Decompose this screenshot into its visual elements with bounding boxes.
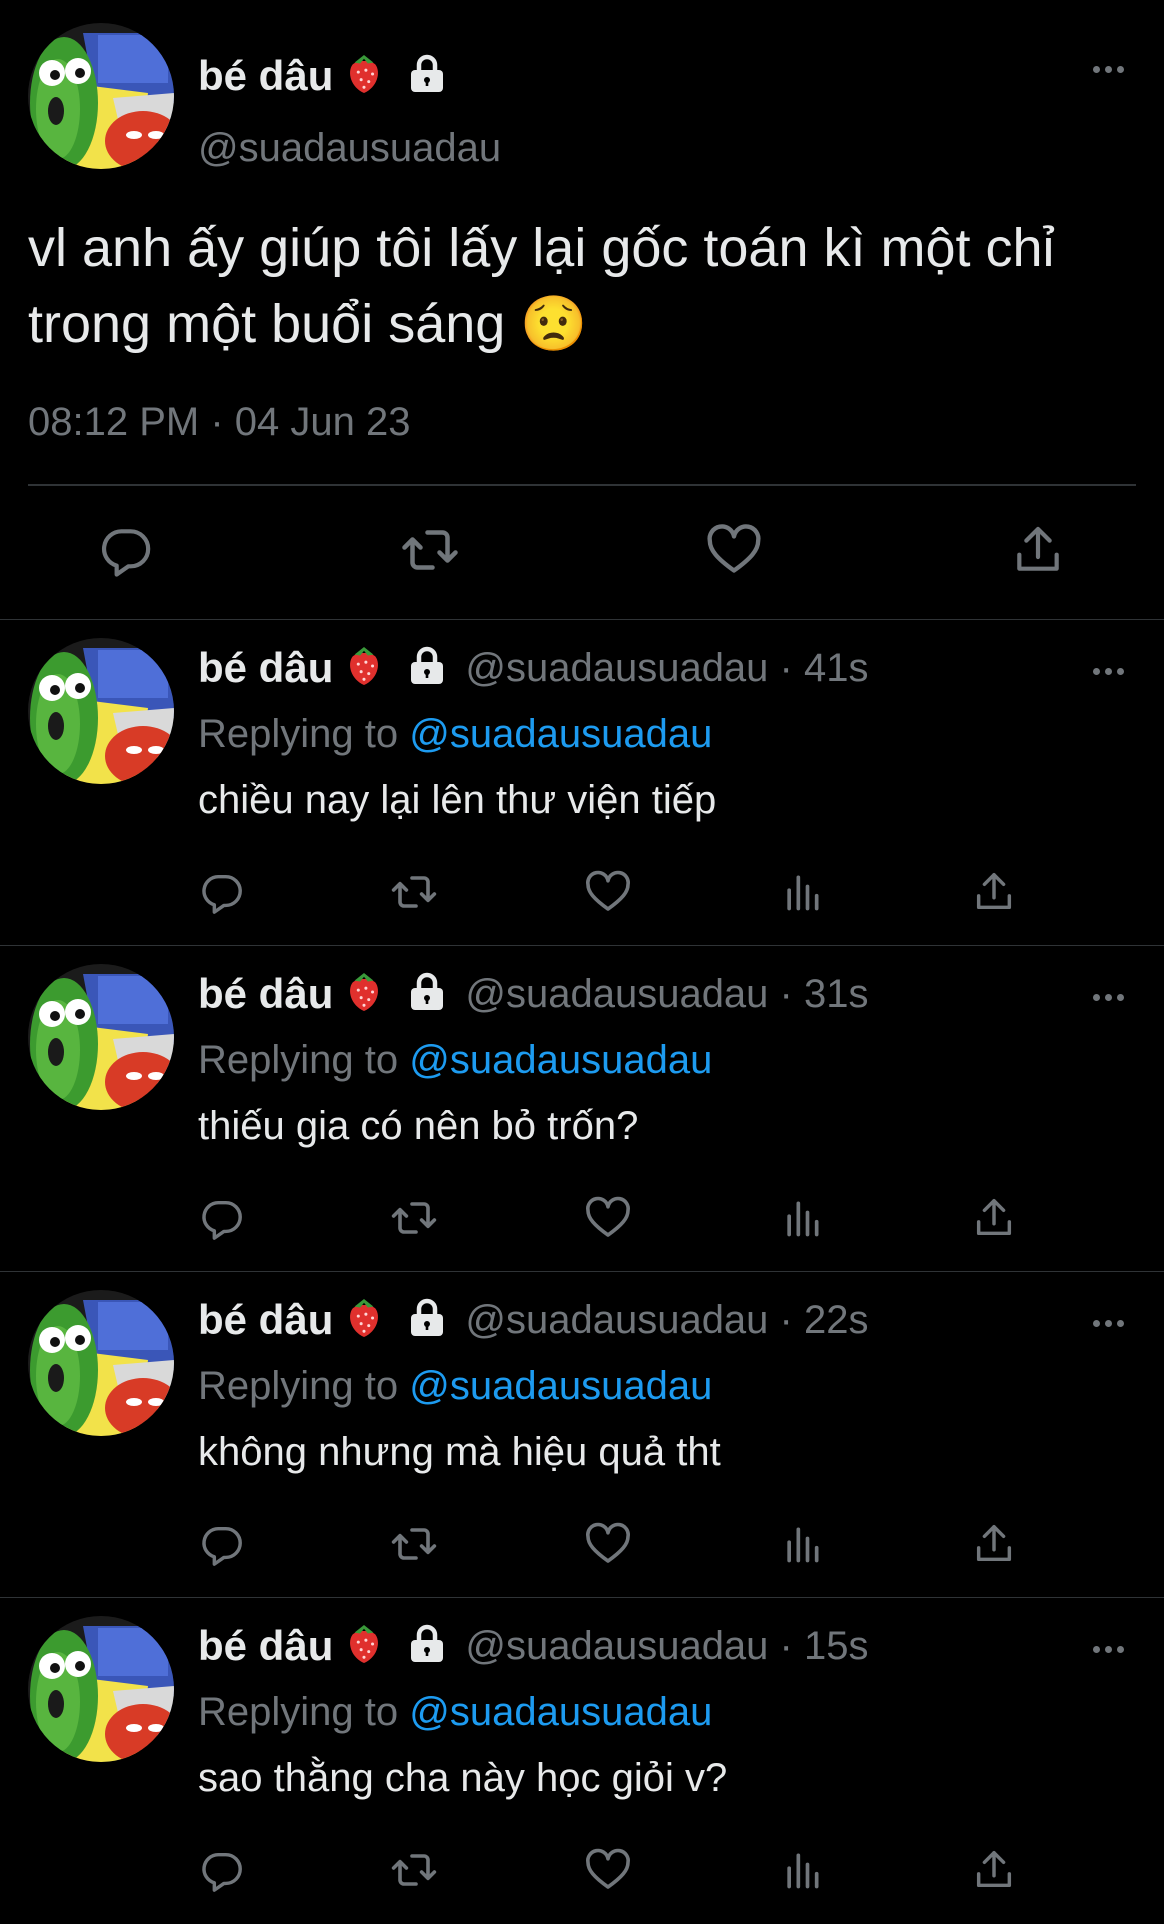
share-icon[interactable]	[1008, 520, 1068, 580]
avatar[interactable]	[28, 1290, 174, 1436]
reply-tweet[interactable]: bé dâu @suadausuadau · 22s Replying to @…	[0, 1272, 1164, 1598]
avatar[interactable]	[28, 1616, 174, 1762]
retweet-icon[interactable]	[390, 868, 438, 916]
replying-prefix: Replying to	[198, 1364, 399, 1408]
replying-prefix: Replying to	[198, 1690, 399, 1734]
author-line: bé dâu @suadausuadau · 15s	[198, 1620, 868, 1672]
author-name[interactable]: bé dâu	[198, 1622, 333, 1670]
replying-to: Replying to @suadausuadau	[198, 1364, 712, 1409]
replying-prefix: Replying to	[198, 1038, 399, 1082]
views-icon[interactable]	[778, 1846, 826, 1894]
reply-tweet[interactable]: bé dâu @suadausuadau · 15s Replying to @…	[0, 1598, 1164, 1924]
handle-and-time[interactable]: @suadausuadau · 15s	[465, 1624, 868, 1669]
share-icon[interactable]	[970, 868, 1018, 916]
reply-tweet[interactable]: bé dâu @suadausuadau · 41s Replying to @…	[0, 620, 1164, 946]
replying-to: Replying to @suadausuadau	[198, 1690, 712, 1735]
reply-text: sao thằng cha này học giỏi v?	[198, 1756, 728, 1800]
author-name[interactable]: bé dâu	[198, 644, 333, 692]
handle-and-time[interactable]: @suadausuadau · 31s	[465, 972, 868, 1017]
handle-and-time[interactable]: @suadausuadau · 22s	[465, 1298, 868, 1343]
reply-icon[interactable]	[96, 520, 156, 580]
mention-link[interactable]: @suadausuadau	[409, 1038, 712, 1082]
more-options-icon[interactable]	[1093, 994, 1124, 1001]
reply-icon[interactable]	[198, 1194, 246, 1242]
divider	[28, 484, 1136, 486]
author-name[interactable]: bé dâu	[198, 1296, 333, 1344]
more-options-icon[interactable]	[1093, 66, 1124, 73]
tweet-text: vl anh ấy giúp tôi lấy lại gốc toán kì m…	[28, 218, 1055, 354]
strawberry-emoji-icon	[345, 645, 383, 692]
lock-icon	[407, 972, 447, 1017]
strawberry-emoji-icon	[345, 1297, 383, 1344]
like-icon[interactable]	[584, 1520, 632, 1568]
views-icon[interactable]	[778, 868, 826, 916]
like-icon[interactable]	[584, 868, 632, 916]
author-name[interactable]: bé dâu	[198, 52, 333, 100]
retweet-icon[interactable]	[390, 1520, 438, 1568]
share-icon[interactable]	[970, 1520, 1018, 1568]
reply-icon[interactable]	[198, 868, 246, 916]
lock-icon	[407, 1624, 447, 1669]
share-icon[interactable]	[970, 1846, 1018, 1894]
retweet-icon[interactable]	[400, 520, 460, 580]
strawberry-emoji-icon	[345, 1623, 383, 1670]
author-handle[interactable]: @suadausuadau	[198, 126, 501, 171]
strawberry-emoji-icon	[345, 971, 383, 1018]
mention-link[interactable]: @suadausuadau	[409, 1364, 712, 1408]
like-icon[interactable]	[584, 1194, 632, 1242]
strawberry-emoji-icon	[345, 53, 383, 100]
author-line: bé dâu @suadausuadau · 22s	[198, 1294, 868, 1346]
views-icon[interactable]	[778, 1194, 826, 1242]
like-icon[interactable]	[704, 520, 764, 580]
reply-text: chiều nay lại lên thư viện tiếp	[198, 778, 717, 822]
replying-to: Replying to @suadausuadau	[198, 712, 712, 757]
reply-tweet[interactable]: bé dâu @suadausuadau · 31s Replying to @…	[0, 946, 1164, 1272]
reply-icon[interactable]	[198, 1846, 246, 1894]
replying-to: Replying to @suadausuadau	[198, 1038, 712, 1083]
author-name[interactable]: bé dâu	[198, 970, 333, 1018]
tweet-timestamp[interactable]: 08:12 PM · 04 Jun 23	[28, 400, 410, 445]
lock-icon	[407, 54, 447, 99]
retweet-icon[interactable]	[390, 1846, 438, 1894]
more-options-icon[interactable]	[1093, 1320, 1124, 1327]
mention-link[interactable]: @suadausuadau	[409, 712, 712, 756]
more-options-icon[interactable]	[1093, 1646, 1124, 1653]
share-icon[interactable]	[970, 1194, 1018, 1242]
handle-and-time[interactable]: @suadausuadau · 41s	[465, 646, 868, 691]
avatar[interactable]	[28, 964, 174, 1110]
mention-link[interactable]: @suadausuadau	[409, 1690, 712, 1734]
reply-list: bé dâu @suadausuadau · 41s Replying to @…	[0, 620, 1164, 1924]
reply-text: thiếu gia có nên bỏ trốn?	[198, 1104, 639, 1148]
replying-prefix: Replying to	[198, 712, 399, 756]
avatar[interactable]	[28, 23, 174, 169]
reply-text: không nhưng mà hiệu quả tht	[198, 1430, 721, 1474]
lock-icon	[407, 1298, 447, 1343]
more-options-icon[interactable]	[1093, 668, 1124, 675]
main-tweet: bé dâu @suadausuadau vl anh ấy giúp tôi …	[0, 0, 1164, 620]
avatar[interactable]	[28, 638, 174, 784]
author-line: bé dâu @suadausuadau · 41s	[198, 642, 868, 694]
reply-icon[interactable]	[198, 1520, 246, 1568]
author-line: bé dâu @suadausuadau · 31s	[198, 968, 868, 1020]
author-line: bé dâu	[198, 50, 447, 102]
lock-icon	[407, 646, 447, 691]
views-icon[interactable]	[778, 1520, 826, 1568]
like-icon[interactable]	[584, 1846, 632, 1894]
retweet-icon[interactable]	[390, 1194, 438, 1242]
